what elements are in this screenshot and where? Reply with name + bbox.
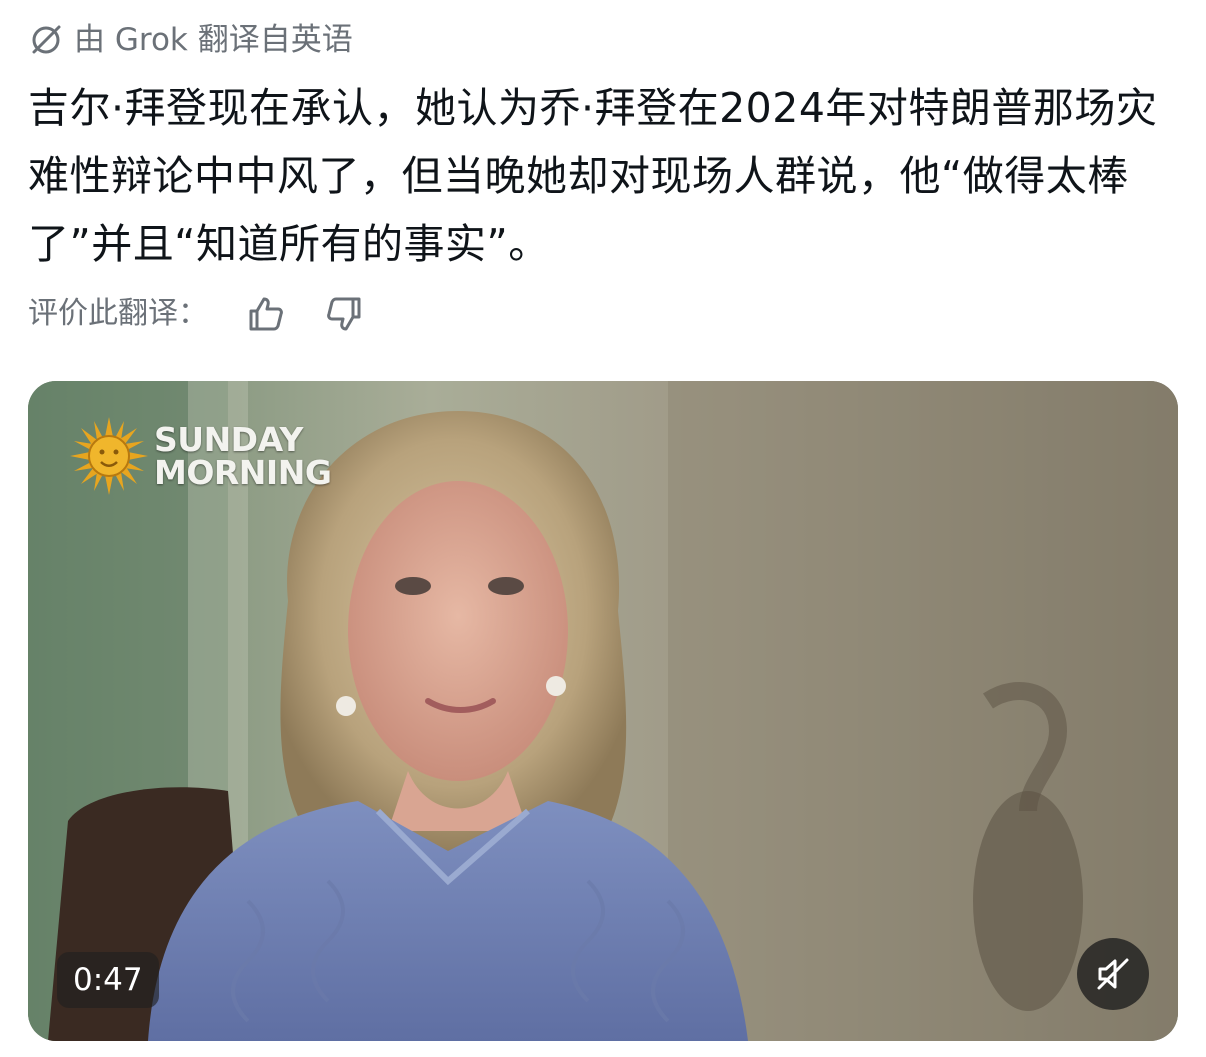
show-title-line2: MORNING (154, 453, 332, 492)
sunday-morning-logo: SUNDAY MORNING (70, 417, 332, 495)
muted-speaker-icon (1097, 958, 1129, 990)
show-title-line1: SUNDAY (154, 420, 303, 459)
video-player[interactable]: SUNDAY MORNING 0:47 (28, 381, 1178, 1041)
video-duration-badge: 0:47 (57, 952, 159, 1008)
thumbs-up-icon (249, 297, 283, 331)
post-text: 吉尔·拜登现在承认，她认为乔·拜登在2024年对特朗普那场灾难性辩论中中风了，但… (28, 84, 1158, 268)
sun-icon (70, 417, 148, 495)
thumbs-down-icon (327, 297, 361, 331)
thumbs-down-button[interactable] (322, 292, 366, 336)
translation-label: 由 Grok 翻译自英语 (74, 22, 353, 58)
show-title: SUNDAY MORNING (154, 420, 332, 492)
rate-translation-label: 评价此翻译： (28, 296, 208, 331)
mute-toggle-button[interactable] (1077, 938, 1149, 1010)
rate-translation-row: 评价此翻译： (28, 292, 366, 336)
thumbs-up-button[interactable] (244, 292, 288, 336)
grok-icon (28, 22, 64, 58)
translation-attribution[interactable]: 由 Grok 翻译自英语 (28, 20, 353, 60)
post-page: 由 Grok 翻译自英语 吉尔·拜登现在承认，她认为乔·拜登在2024年对特朗普… (0, 0, 1206, 1057)
